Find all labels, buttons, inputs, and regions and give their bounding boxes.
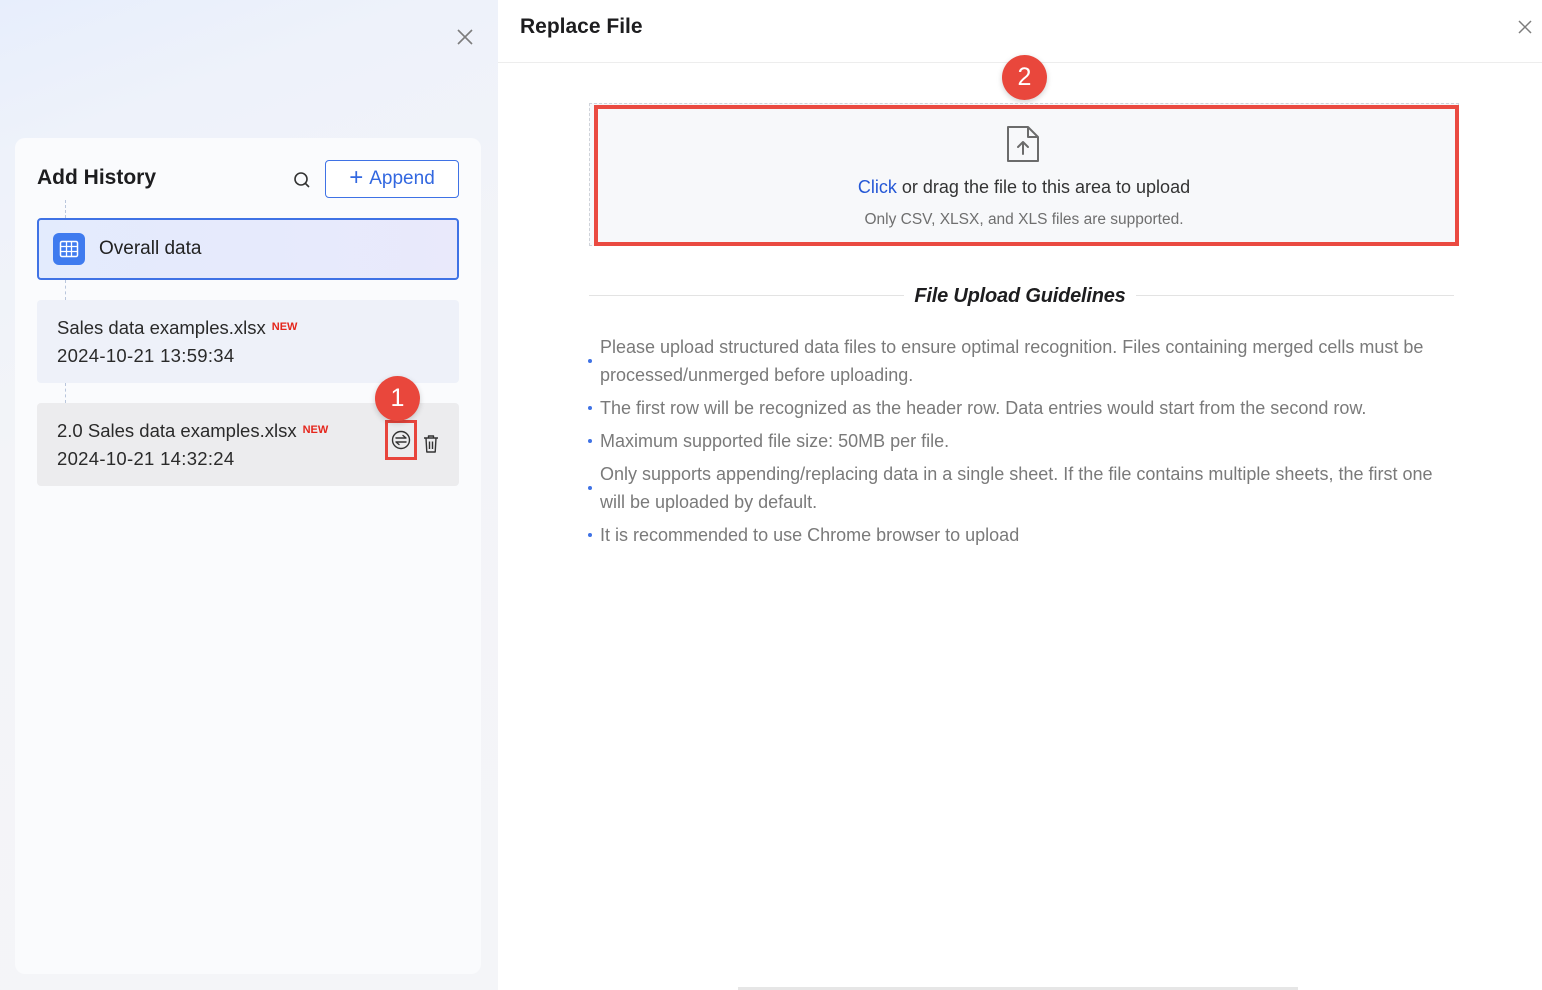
replace-icon: [391, 430, 411, 450]
guideline-text: Maximum supported file size: 50MB per fi…: [600, 431, 950, 451]
guideline-item: Maximum supported file size: 50MB per fi…: [588, 427, 1458, 455]
file-name-text: 2.0 Sales data examples.xlsx: [57, 420, 297, 441]
guidelines-title-text: File Upload Guidelines: [904, 285, 1136, 307]
plus-icon: +: [349, 164, 364, 191]
guideline-text: Only supports appending/replacing data i…: [600, 464, 1433, 512]
replace-file-button[interactable]: [385, 420, 417, 460]
bullet-dot: [588, 439, 592, 443]
upload-instruction: Click or drag the file to this area to u…: [590, 177, 1458, 198]
file-timestamp: 2024-10-21 13:59:34: [57, 345, 235, 366]
timeline-connector: [65, 200, 66, 218]
new-badge: NEW: [302, 424, 329, 436]
new-badge: NEW: [271, 321, 298, 333]
guideline-text: It is recommended to use Chrome browser …: [600, 525, 1020, 545]
dialog-title: Replace File: [520, 15, 643, 38]
step-2-marker: 2: [1002, 55, 1047, 100]
file-name: 2.0 Sales data examples.xlsx NEW: [57, 420, 328, 442]
history-title: Add History: [37, 166, 157, 189]
upload-dropzone[interactable]: Click or drag the file to this area to u…: [589, 103, 1459, 246]
timeline-connector: [65, 280, 66, 300]
upload-click-link[interactable]: Click: [858, 177, 897, 197]
overall-data-label: Overall data: [99, 238, 202, 259]
search-icon[interactable]: [291, 169, 313, 191]
history-card: Add History + Append Overall data Sales …: [15, 138, 481, 974]
bullet-dot: [588, 406, 592, 410]
bullet-dot: [588, 533, 592, 537]
bullet-dot: [588, 359, 592, 363]
trash-icon[interactable]: [421, 433, 441, 455]
guideline-item: Only supports appending/replacing data i…: [588, 460, 1458, 516]
file-name: Sales data examples.xlsx NEW: [57, 317, 297, 339]
close-icon[interactable]: [1516, 18, 1534, 36]
file-name-text: Sales data examples.xlsx: [57, 317, 266, 338]
bullet-dot: [588, 486, 592, 490]
table-icon: [53, 233, 85, 265]
guideline-item: Please upload structured data files to e…: [588, 333, 1458, 389]
history-panel: Add History + Append Overall data Sales …: [0, 0, 498, 990]
append-button-label: Append: [369, 168, 435, 189]
guideline-text: The first row will be recognized as the …: [600, 398, 1367, 418]
close-icon[interactable]: [454, 26, 476, 48]
guideline-text: Please upload structured data files to e…: [600, 337, 1424, 385]
guideline-item: It is recommended to use Chrome browser …: [588, 521, 1458, 549]
file-upload-icon: [1005, 124, 1041, 164]
guideline-item: The first row will be recognized as the …: [588, 394, 1458, 422]
append-button[interactable]: + Append: [325, 160, 459, 198]
upload-instruction-text: or drag the file to this area to upload: [896, 177, 1191, 197]
upload-supported-formats: Only CSV, XLSX, and XLS files are suppor…: [864, 211, 1184, 228]
step-1-marker: 1: [375, 376, 420, 421]
guidelines-list: Please upload structured data files to e…: [588, 333, 1458, 554]
overall-data-item[interactable]: Overall data: [37, 218, 459, 280]
history-list-item[interactable]: Sales data examples.xlsx NEW 2024-10-21 1…: [37, 300, 459, 383]
timeline-connector: [65, 383, 66, 403]
replace-file-dialog: Replace File 2 Click or drag the file to…: [498, 0, 1542, 990]
file-timestamp: 2024-10-21 14:32:24: [57, 448, 235, 469]
guidelines-title: File Upload Guidelines: [498, 285, 1542, 308]
dialog-header: Replace File: [498, 0, 1542, 63]
